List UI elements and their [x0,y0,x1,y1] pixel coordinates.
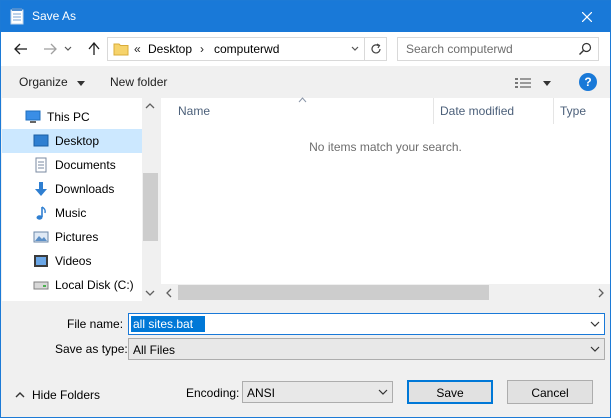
desktop-icon [33,134,49,147]
caret-down-icon [77,81,86,86]
save-as-type-value: All Files [133,343,176,357]
column-header-name[interactable]: Name [161,97,433,124]
nav-item-documents[interactable]: Documents [2,153,142,177]
disk-icon [33,281,49,290]
refresh-icon [370,43,381,54]
forward-button[interactable] [40,39,60,59]
scrollbar-thumb[interactable] [143,173,158,241]
file-name-combobox[interactable] [128,313,605,335]
save-as-type-label: Save as type: [55,342,128,356]
scroll-left-icon[interactable] [165,288,173,298]
nav-item-videos[interactable]: Videos [2,249,142,273]
scroll-down-icon[interactable] [145,288,155,298]
navigation-scrollbar[interactable] [142,98,158,301]
column-label: Name [178,104,211,118]
search-input[interactable] [398,38,574,60]
empty-state-message: No items match your search. [309,140,462,154]
nav-label: Downloads [55,182,115,196]
notepad-icon [10,8,24,25]
encoding-select[interactable]: ANSI [242,381,393,403]
scroll-right-icon[interactable] [597,288,605,298]
chevron-down-icon [351,46,359,51]
arrow-left-icon [14,43,27,55]
nav-item-desktop[interactable]: Desktop [2,129,142,153]
window-title: Save As [32,9,77,23]
nav-item-pictures[interactable]: Pictures [2,225,142,249]
documents-icon [35,157,47,173]
scroll-up-icon[interactable] [145,101,155,111]
chevron-down-icon [64,46,72,51]
horizontal-scrollbar[interactable] [161,284,610,301]
toolbar: Organize New folder ? [1,66,610,98]
pictures-icon [33,231,49,243]
organize-button[interactable]: Organize [19,75,86,89]
cancel-button[interactable]: Cancel [507,380,593,404]
sort-ascending-icon [298,97,307,103]
save-as-type-select[interactable]: All Files [128,338,605,360]
videos-icon [34,255,48,267]
search-icon[interactable] [578,42,592,56]
scrollbar-thumb[interactable] [178,285,489,300]
encoding-label: Encoding: [186,386,240,400]
column-label: Date modified [440,104,515,118]
pc-icon [25,110,41,123]
nav-label: Pictures [55,230,99,244]
arrow-right-icon [44,43,57,55]
nav-label: Music [55,206,87,220]
help-button[interactable]: ? [579,73,597,91]
navigation-pane: This PC Desktop Documents Downloads Musi… [2,98,158,301]
chevron-down-icon [378,389,388,395]
encoding-value: ANSI [247,386,276,400]
close-button[interactable] [564,1,610,32]
nav-item-local-disk[interactable]: Local Disk (C:) [2,273,142,297]
chevron-up-icon [15,392,25,398]
arrow-up-icon [88,42,100,55]
column-label: Type [560,104,587,118]
nav-item-downloads[interactable]: Downloads [2,177,142,201]
chevron-down-icon[interactable] [590,319,600,329]
downloads-icon [35,182,47,196]
navigation-bar: « Desktop › computerwd [1,32,610,66]
details-view-icon [515,78,531,88]
breadcrumb-computerwd[interactable]: computerwd [214,42,279,56]
nav-label: Documents [55,158,116,172]
file-name-input[interactable] [131,316,205,332]
save-as-dialog: Save As « Desktop › computerwd Search co… [0,0,611,418]
address-bar[interactable]: « Desktop › computerwd [107,37,387,61]
address-overflow[interactable]: « [134,42,141,56]
title-bar[interactable]: Save As [1,1,610,32]
caret-down-icon [543,80,551,86]
breadcrumb-separator-icon[interactable]: › [200,42,204,56]
nav-label: Desktop [55,134,100,148]
nav-label: This PC [47,110,90,124]
nav-item-music[interactable]: Music [2,201,142,225]
chevron-down-icon [590,346,600,352]
column-header-date-modified[interactable]: Date modified [434,98,554,124]
hide-folders-label: Hide Folders [32,388,101,402]
column-header-type[interactable]: Type [554,98,610,124]
hide-folders-button[interactable]: Hide Folders [15,388,100,402]
up-button[interactable] [84,39,104,59]
folder-icon [113,43,129,56]
close-icon [582,11,592,22]
breadcrumb-desktop[interactable]: Desktop [148,42,192,56]
nav-label: Videos [55,254,92,268]
search-box[interactable] [397,37,599,61]
nav-item-this-pc[interactable]: This PC [2,105,142,129]
file-name-label: File name: [67,317,124,331]
new-folder-button[interactable]: New folder [110,75,167,89]
refresh-button[interactable] [364,38,386,60]
file-list: Name Date modified Type No items match y… [161,97,610,301]
change-view-button[interactable] [515,74,555,92]
music-icon [36,206,46,220]
organize-label: Organize [19,75,68,89]
address-dropdown-button[interactable] [346,38,364,60]
nav-label: Local Disk (C:) [55,278,134,292]
recent-locations-button[interactable] [61,39,75,59]
save-button[interactable]: Save [407,380,493,404]
back-button[interactable] [11,39,31,59]
